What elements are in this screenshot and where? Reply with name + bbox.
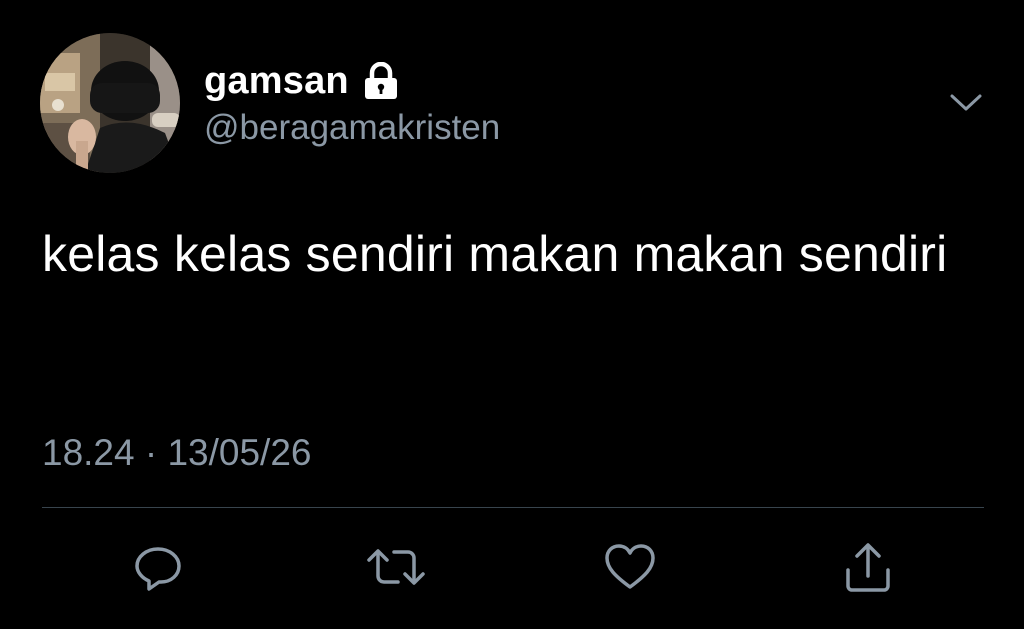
action-bar (0, 535, 1024, 605)
name-row: gamsan (204, 58, 399, 104)
chevron-down-icon[interactable] (946, 86, 986, 118)
retweet-icon (366, 542, 426, 592)
retweet-button[interactable] (366, 535, 426, 599)
like-icon (603, 542, 657, 592)
tweet-timestamp[interactable]: 18.24 · 13/05/26 (42, 428, 312, 478)
user-handle[interactable]: @beragamakristen (204, 106, 500, 150)
divider (42, 507, 984, 508)
share-button[interactable] (838, 535, 898, 599)
display-name[interactable]: gamsan (204, 58, 349, 104)
lock-icon (363, 61, 399, 100)
share-icon (843, 540, 893, 594)
avatar-photo (40, 33, 180, 173)
avatar[interactable] (40, 33, 180, 173)
tweet: gamsan @beragamakristen kelas kelas send… (0, 0, 1024, 629)
like-button[interactable] (600, 535, 660, 599)
reply-button[interactable] (128, 535, 188, 599)
reply-icon (133, 542, 183, 592)
tweet-text: kelas kelas sendiri makan makan sendiri (42, 226, 948, 282)
